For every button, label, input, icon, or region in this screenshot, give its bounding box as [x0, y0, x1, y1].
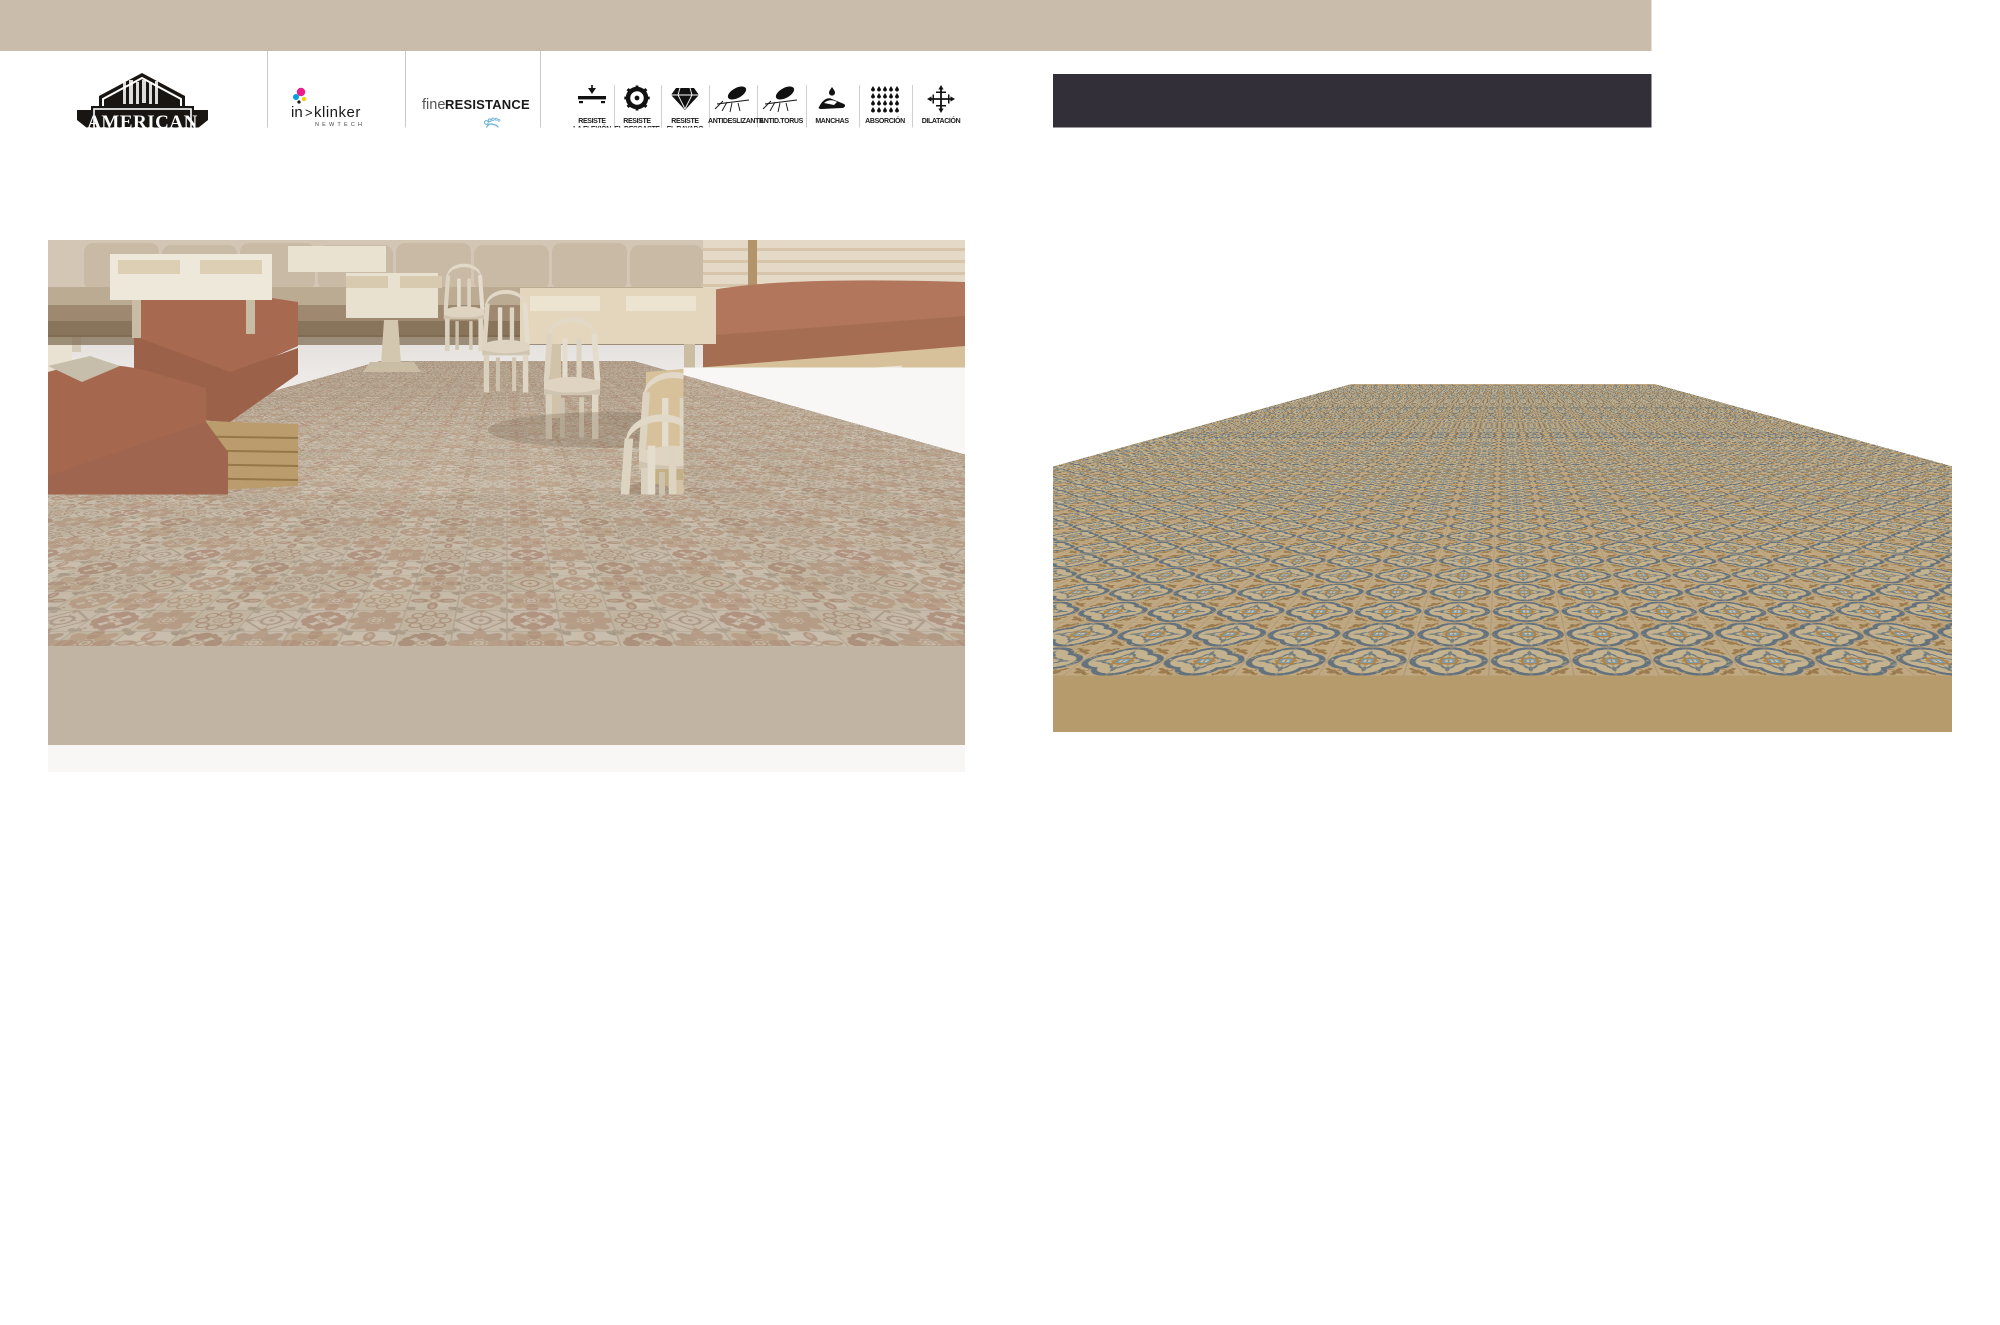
- svg-text:AMERICAN: AMERICAN: [87, 112, 198, 133]
- svg-text:RESISTANCE: RESISTANCE: [445, 97, 530, 112]
- svg-text:in: in: [291, 104, 303, 121]
- svg-text:EVOLUTION: EVOLUTION: [289, 134, 385, 148]
- svg-text:>: >: [305, 105, 313, 120]
- svg-text:AntiSlip: AntiSlip: [437, 134, 494, 151]
- svg-text:E: E: [65, 207, 72, 218]
- svg-text:fine: fine: [422, 97, 445, 113]
- svg-text:AntiSlip: AntiSlip: [1948, 763, 1996, 777]
- svg-text:NEWTECH: NEWTECH: [315, 122, 365, 128]
- svg-text:P: P: [57, 202, 64, 214]
- svg-text:klinker: klinker: [314, 104, 361, 121]
- svg-text:EXTRUDED PORCELAIN TILE: EXTRUDED PORCELAIN TILE: [289, 150, 381, 156]
- svg-text:DECOR: DECOR: [119, 143, 165, 154]
